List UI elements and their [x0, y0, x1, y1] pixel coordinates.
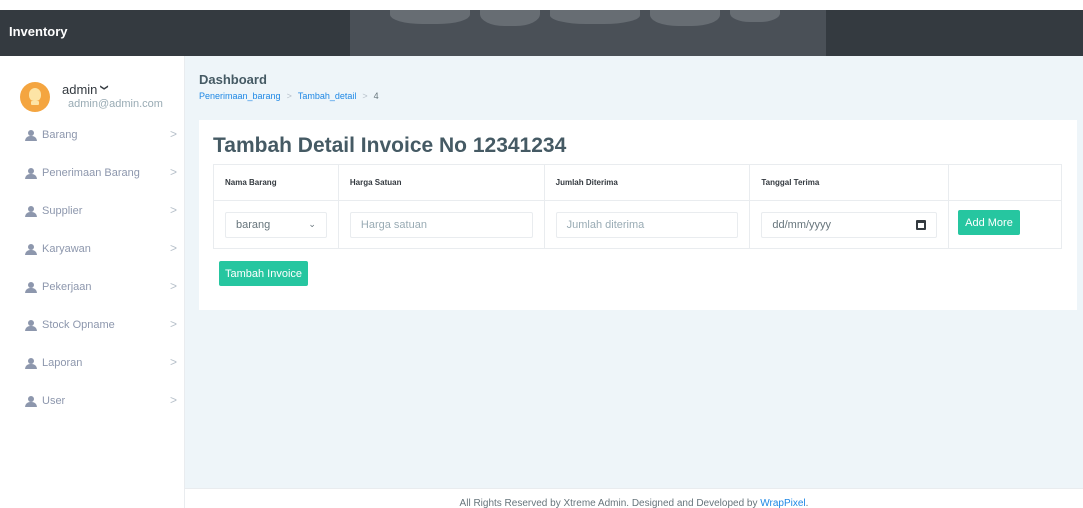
- footer: All Rights Reserved by Xtreme Admin. Des…: [185, 488, 1083, 508]
- chevron-right-icon: >: [170, 203, 178, 217]
- sidebar-item-pekerjaan[interactable]: Pekerjaan >: [0, 269, 185, 307]
- breadcrumb-link-penerimaan-barang[interactable]: Penerimaan_barang: [199, 91, 281, 101]
- chevron-right-icon: >: [170, 393, 178, 407]
- breadcrumb-current: 4: [373, 91, 379, 101]
- calendar-icon[interactable]: [916, 219, 927, 230]
- user-icon: [25, 206, 37, 217]
- chevron-right-icon: >: [170, 127, 178, 141]
- avatar: [20, 82, 50, 112]
- profile-email: admin@admin.com: [68, 98, 163, 110]
- sidebar-item-label: Penerimaan Barang: [42, 167, 140, 179]
- sidebar-nav: Barang > Penerimaan Barang > Supplier > …: [0, 117, 185, 421]
- header-banner-image: [350, 10, 826, 56]
- sidebar-item-label: Stock Opname: [42, 319, 115, 331]
- table-row: barang ⌄ Harga satuan Jumlah diterima dd…: [213, 200, 1062, 249]
- chevron-down-icon[interactable]: ❯: [100, 84, 109, 91]
- sidebar-item-barang[interactable]: Barang >: [0, 117, 185, 155]
- breadcrumb-separator: >: [286, 91, 292, 101]
- user-icon: [25, 282, 37, 293]
- sidebar-item-laporan[interactable]: Laporan >: [0, 345, 185, 383]
- user-icon: [25, 130, 37, 141]
- sidebar-item-label: Karyawan: [42, 243, 91, 255]
- user-icon: [25, 358, 37, 369]
- chevron-down-icon: ⌄: [308, 218, 316, 229]
- sidebar-item-penerimaan-barang[interactable]: Penerimaan Barang >: [0, 155, 185, 193]
- footer-text: All Rights Reserved by Xtreme Admin. Des…: [459, 498, 761, 508]
- column-header-tanggal-terima: Tanggal Terima: [749, 164, 950, 201]
- card-title: Tambah Detail Invoice No 12341234: [213, 134, 567, 157]
- profile-name[interactable]: admin: [62, 82, 97, 97]
- sidebar-item-label: Pekerjaan: [42, 281, 92, 293]
- breadcrumb: Penerimaan_barang > Tambah_detail >4: [199, 91, 379, 101]
- footer-link-wrappixel[interactable]: WrapPixel: [760, 498, 805, 508]
- tambah-invoice-button[interactable]: Tambah Invoice: [219, 261, 308, 286]
- column-header-jumlah-diterima: Jumlah Diterima: [543, 164, 751, 201]
- sidebar-item-karyawan[interactable]: Karyawan >: [0, 231, 185, 269]
- sidebar-item-label: User: [42, 395, 66, 407]
- top-navbar: Inventory: [0, 10, 1083, 56]
- page-title: Dashboard: [199, 72, 267, 87]
- user-icon: [25, 396, 37, 407]
- chevron-right-icon: >: [170, 241, 178, 255]
- sidebar-item-label: Supplier: [42, 205, 83, 217]
- sidebar-item-supplier[interactable]: Supplier >: [0, 193, 185, 231]
- chevron-right-icon: >: [170, 317, 178, 331]
- tanggal-terima-placeholder: dd/mm/yyyy: [772, 218, 832, 231]
- chevron-right-icon: >: [170, 355, 178, 369]
- chevron-right-icon: >: [170, 165, 178, 179]
- sidebar-item-stock-opname[interactable]: Stock Opname >: [0, 307, 185, 345]
- jumlah-diterima-input[interactable]: Jumlah diterima: [555, 211, 739, 238]
- tanggal-terima-date-input[interactable]: dd/mm/yyyy: [761, 211, 938, 238]
- user-icon: [25, 168, 37, 179]
- breadcrumb-link-tambah-detail[interactable]: Tambah_detail: [298, 91, 357, 101]
- nama-barang-select[interactable]: barang ⌄: [225, 211, 327, 238]
- top-strip: [0, 0, 1083, 10]
- invoice-detail-card: Tambah Detail Invoice No 12341234 Nama B…: [199, 120, 1077, 310]
- jumlah-diterima-placeholder: Jumlah diterima: [566, 218, 645, 231]
- sidebar-item-label: Laporan: [42, 357, 83, 369]
- column-header-nama-barang: Nama Barang: [213, 164, 339, 201]
- invoice-detail-table: Nama Barang Harga Satuan Jumlah Diterima…: [213, 164, 1062, 249]
- user-icon: [25, 244, 37, 255]
- breadcrumb-separator: >: [362, 91, 368, 101]
- lightbulb-icon: [29, 88, 41, 101]
- user-profile[interactable]: admin ❯ admin@admin.com: [0, 76, 185, 116]
- chevron-right-icon: >: [170, 279, 178, 293]
- table-header-row: Nama Barang Harga Satuan Jumlah Diterima…: [213, 164, 1062, 201]
- user-icon: [25, 320, 37, 331]
- add-more-button[interactable]: Add More: [958, 210, 1020, 235]
- harga-satuan-input[interactable]: Harga satuan: [349, 211, 533, 238]
- brand-logo-text[interactable]: Inventory: [9, 24, 68, 39]
- sidebar: admin ❯ admin@admin.com Barang > Penerim…: [0, 56, 185, 508]
- column-header-action: [948, 164, 1062, 201]
- nama-barang-selected-value: barang: [236, 218, 271, 231]
- harga-satuan-placeholder: Harga satuan: [360, 218, 427, 231]
- sidebar-item-label: Barang: [42, 129, 78, 141]
- footer-end: .: [805, 498, 809, 508]
- column-header-harga-satuan: Harga Satuan: [337, 164, 545, 201]
- sidebar-item-user[interactable]: User >: [0, 383, 185, 421]
